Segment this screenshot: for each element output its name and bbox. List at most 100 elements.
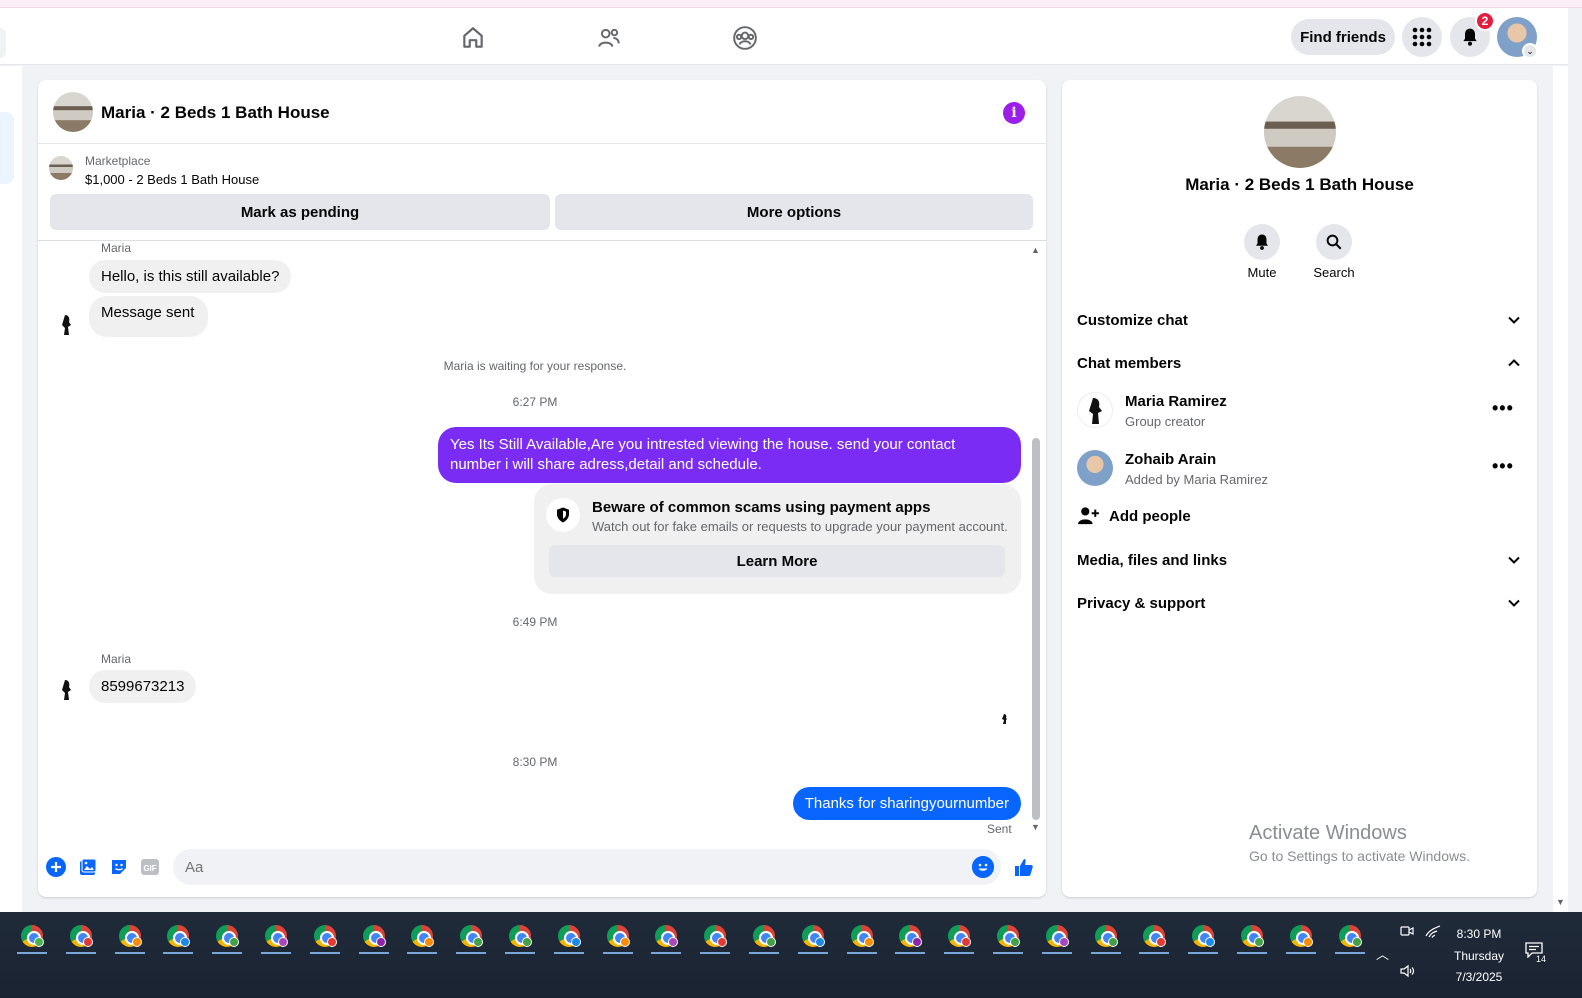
- taskbar-browser-window-icon[interactable]: [1188, 922, 1219, 954]
- member-name[interactable]: Zohaib Arain: [1125, 451, 1216, 468]
- taskbar-browser-window-icon[interactable]: [651, 922, 682, 954]
- friends-icon[interactable]: [589, 20, 629, 56]
- privacy-support-row[interactable]: Privacy & support: [1077, 591, 1522, 615]
- info-icon[interactable]: i: [1003, 102, 1025, 124]
- clock[interactable]: 8:30 PM Thursday 7/3/2025: [1444, 924, 1514, 989]
- find-friends-button[interactable]: Find friends: [1291, 19, 1395, 55]
- search-stub[interactable]: [0, 28, 6, 58]
- taskbar-browser-window-icon[interactable]: [17, 922, 47, 954]
- taskbar-browser-window-icon[interactable]: [1090, 922, 1121, 954]
- divider: [38, 240, 1046, 241]
- privacy-support-label: Privacy & support: [1077, 594, 1206, 612]
- meet-now-icon[interactable]: [1400, 924, 1414, 941]
- mute-label[interactable]: Mute: [1232, 265, 1292, 280]
- emoji-icon[interactable]: [972, 856, 994, 878]
- maria-avatar[interactable]: [53, 311, 81, 339]
- taskbar-browser-window-icon[interactable]: [261, 922, 291, 954]
- profile-badge-icon: [1107, 937, 1118, 947]
- chat-details-panel: Maria · 2 Beds 1 Bath House Mute Search …: [1062, 80, 1537, 897]
- add-people-button[interactable]: Add people: [1077, 504, 1191, 528]
- search-label[interactable]: Search: [1304, 265, 1364, 280]
- profile-badge-icon: [473, 937, 484, 947]
- taskbar-browser-window-icon[interactable]: [65, 922, 96, 954]
- sticker-icon[interactable]: [108, 856, 130, 878]
- taskbar-browser-window-icon[interactable]: [309, 922, 340, 954]
- outgoing-message[interactable]: Thanks for sharingyournumber: [792, 787, 1021, 820]
- wifi-icon[interactable]: [1425, 924, 1441, 941]
- taskbar-browser-window-icon[interactable]: [1041, 922, 1072, 954]
- thumbs-up-icon[interactable]: [1013, 856, 1035, 878]
- search-icon[interactable]: [1316, 224, 1352, 260]
- scroll-down-arrow-icon[interactable]: ▼: [1031, 822, 1040, 832]
- taskbar-browser-window-icon[interactable]: [797, 922, 828, 954]
- taskbar-browser-window-icon[interactable]: [1237, 922, 1267, 954]
- profile-badge-icon: [766, 937, 776, 947]
- incoming-message[interactable]: Message sent: [89, 296, 209, 337]
- browser-top-strip: [0, 0, 1582, 8]
- outgoing-message[interactable]: Yes Its Still Available,Are you intreste…: [438, 427, 1021, 483]
- page-scroll-down-icon[interactable]: ▼: [1556, 897, 1565, 907]
- taskbar-browser-window-icon[interactable]: [456, 922, 487, 954]
- taskbar-browser-window-icon[interactable]: [505, 922, 535, 954]
- tray-chevron-up-icon[interactable]: ︿: [1376, 944, 1389, 963]
- chat-scrollbar-thumb[interactable]: [1032, 438, 1040, 820]
- groups-icon[interactable]: [725, 20, 765, 56]
- taskbar-browser-window-icon[interactable]: [1139, 922, 1170, 954]
- account-chevron-icon[interactable]: ⌄: [1522, 43, 1538, 59]
- scroll-up-arrow-icon[interactable]: ▲: [1031, 245, 1040, 255]
- incoming-message[interactable]: 8599673213: [89, 670, 197, 703]
- learn-more-button[interactable]: Learn More: [549, 545, 1005, 577]
- taskbar-browser-window-icon[interactable]: [163, 922, 194, 954]
- taskbar-browser-window-icon[interactable]: [553, 922, 584, 954]
- open-window-indicator: [505, 952, 535, 954]
- home-icon[interactable]: [453, 20, 493, 56]
- sender-name: Maria: [101, 241, 132, 255]
- taskbar-browser-window-icon[interactable]: [602, 922, 633, 954]
- mark-as-pending-button[interactable]: Mark as pending: [50, 194, 550, 230]
- chat-members-row[interactable]: Chat members: [1077, 351, 1522, 375]
- profile-badge-icon: [570, 937, 581, 947]
- member-avatar[interactable]: [1077, 450, 1113, 486]
- customize-chat-label: Customize chat: [1077, 311, 1188, 329]
- media-files-links-row[interactable]: Media, files and links: [1077, 548, 1522, 572]
- open-window-indicator: [895, 952, 926, 954]
- page-scrollbar[interactable]: [1553, 66, 1568, 912]
- taskbar-browser-window-icon[interactable]: [1285, 922, 1316, 954]
- taskbar-browser-window-icon[interactable]: [749, 922, 779, 954]
- shield-icon: [546, 498, 580, 532]
- incoming-message[interactable]: Hello, is this still available?: [89, 260, 292, 293]
- taskbar-browser-window-icon[interactable]: [993, 922, 1023, 954]
- taskbar-browser-window-icon[interactable]: [114, 922, 145, 954]
- taskbar-browser-window-icon[interactable]: [944, 922, 975, 954]
- taskbar-browser-window-icon[interactable]: [358, 922, 389, 954]
- member-name[interactable]: Maria Ramirez: [1125, 393, 1227, 410]
- open-window-indicator: [700, 952, 731, 954]
- taskbar-browser-window-icon[interactable]: [895, 922, 926, 954]
- member-avatar[interactable]: [1077, 392, 1113, 428]
- taskbar-browser-window-icon[interactable]: [846, 922, 877, 954]
- listing-price-title[interactable]: $1,000 - 2 Beds 1 Bath House: [85, 172, 259, 187]
- menu-grid-icon[interactable]: [1402, 17, 1442, 57]
- listing-avatar[interactable]: [53, 92, 93, 132]
- maria-avatar[interactable]: [53, 676, 81, 704]
- profile-badge-icon: [180, 937, 191, 947]
- profile-badge-icon: [522, 937, 532, 947]
- listing-large-avatar[interactable]: [1264, 96, 1336, 168]
- member-options-icon[interactable]: •••: [1492, 456, 1514, 477]
- message-input[interactable]: [173, 849, 1001, 885]
- photo-icon[interactable]: [77, 856, 99, 878]
- member-options-icon[interactable]: •••: [1492, 398, 1514, 419]
- taskbar-browser-window-icon[interactable]: [407, 922, 438, 954]
- taskbar-browser-window-icon[interactable]: [212, 922, 243, 954]
- taskbar-browser-window-icon[interactable]: [700, 922, 731, 954]
- customize-chat-row[interactable]: Customize chat: [1077, 308, 1522, 332]
- more-options-button[interactable]: More options: [555, 194, 1033, 230]
- speaker-icon[interactable]: [1399, 964, 1415, 981]
- profile-badge-icon: [814, 937, 825, 947]
- mute-bell-icon[interactable]: [1244, 224, 1280, 260]
- chat-title[interactable]: Maria · 2 Beds 1 Bath House: [101, 103, 330, 123]
- taskbar-browser-window-icon[interactable]: [1334, 922, 1365, 954]
- plus-icon[interactable]: [45, 856, 67, 878]
- gif-icon[interactable]: GIF: [139, 856, 161, 878]
- left-sidebar-selected-item[interactable]: [0, 112, 14, 184]
